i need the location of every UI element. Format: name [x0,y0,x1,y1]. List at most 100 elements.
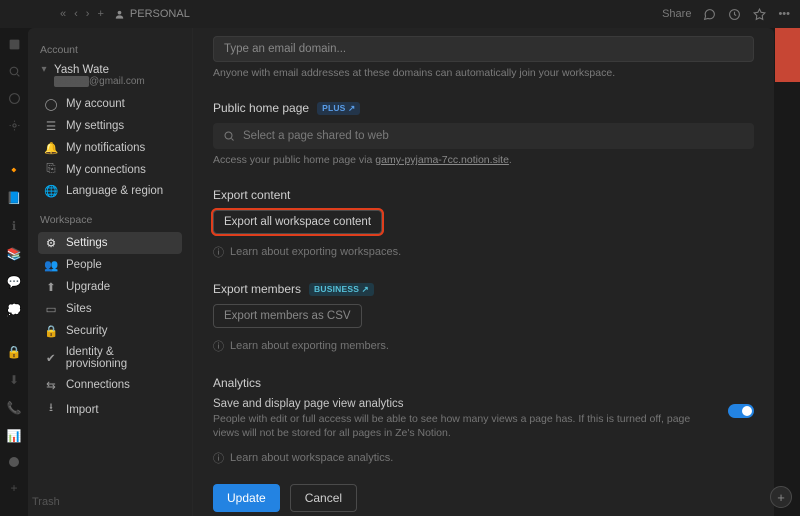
sidebar-item-label: Connections [66,379,130,391]
public-home-hint: Access your public home page via gamy-py… [213,154,754,166]
sidebar-item-label: Settings [66,237,108,249]
search-icon [223,130,235,142]
email-domain-input[interactable]: Type an email domain... [213,36,754,62]
rail-icon-1[interactable] [8,38,21,51]
sidebar-item-language-region[interactable]: 🌐Language & region [38,180,182,202]
analytics-toggle[interactable] [728,404,754,418]
rail-icon-g[interactable]: 🔒 [7,345,22,359]
sidebar-item-label: Upgrade [66,281,110,293]
sidebar-item-label: People [66,259,102,271]
rail-icon-e[interactable]: 💬 [7,275,22,289]
public-page-select[interactable]: Select a page shared to web [213,123,754,149]
breadcrumb-label: PERSONAL [130,8,190,20]
rail-avatar-icon[interactable] [9,457,19,467]
rail-gear-icon[interactable] [8,119,21,132]
rail-icon-h[interactable]: ⬇ [9,373,19,387]
sidebar-item-my-notifications[interactable]: 🔔My notifications [38,137,182,159]
new-page-icon[interactable]: + [97,8,103,20]
sidebar-item-settings[interactable]: ⚙ Settings [38,232,182,254]
sidebar-item-my-settings[interactable]: ☰ My settings [38,115,182,137]
trash-label[interactable]: Trash [32,496,60,508]
sidebar-item-label: Import [66,404,99,416]
sidebar-item-security[interactable]: 🔒Security [38,320,182,342]
sidebar-item-connections[interactable]: ⇆ Connections [38,374,182,396]
rail-icon-a[interactable]: 🔸 [7,163,22,177]
rail-icon-b[interactable]: 📘 [7,191,22,205]
browser-icon: ▭ [44,302,58,316]
rail-icon-j[interactable]: 📊 [7,429,22,443]
sidebar-item-upgrade[interactable]: ⬆ Upgrade [38,276,182,298]
comments-icon[interactable] [703,8,716,21]
plus-badge: PLUS ↗ [317,102,360,115]
sidebar-item-label: Identity & provisioning [66,346,176,370]
sidebar-item-identity[interactable]: ✔Identity & provisioning [38,342,182,374]
favorite-icon[interactable] [753,8,766,21]
bell-icon: 🔔 [44,141,58,155]
gear-icon: ⚙ [44,236,58,250]
analytics-subtitle: Save and display page view analytics [213,398,716,410]
info-icon: ⓘ [213,244,224,260]
rail-icon-f[interactable]: 💭 [7,303,22,317]
sidebar-item-import[interactable]: ⭳ Import [38,396,182,423]
sidebar-item-sites[interactable]: ▭ Sites [38,298,182,320]
learn-analytics[interactable]: ⓘ Learn about workspace analytics. [213,450,754,466]
breadcrumb[interactable]: PERSONAL [114,8,190,20]
person-icon [114,9,125,20]
info-icon: ⓘ [213,450,224,466]
learn-export-content[interactable]: ⓘ Learn about exporting workspaces. [213,244,754,260]
section-label: Public home page [213,101,309,115]
sidebar-item-people[interactable]: 👥 People [38,254,182,276]
nav-forward-icon[interactable]: › [86,8,90,20]
sidebar-item-label: Security [66,325,108,337]
email-domain-hint: Anyone with email addresses at these dom… [213,67,754,79]
export-all-content-button[interactable]: Export all workspace content [213,210,382,234]
user-block[interactable]: ▾ Yash Wate xxxxxxx@gmail.com [38,62,182,93]
people-icon: 👥 [44,258,58,272]
new-fab-button[interactable]: + [770,486,792,508]
sidebar-item-my-connections[interactable]: ⎘My connections [38,159,182,180]
business-badge: BUSINESS ↗ [309,283,374,296]
analytics-title: Analytics [213,376,754,390]
rail-clock-icon[interactable] [8,92,21,105]
sidebar-item-label: My settings [66,120,124,132]
plug-icon: ⇆ [44,378,58,392]
download-icon: ⭳ [44,400,58,419]
updates-icon[interactable] [728,8,741,21]
notion-site-link[interactable]: gamy-pyjama-7cc.notion.site [375,154,509,166]
background-accent [775,28,800,82]
rail-icon-i[interactable]: 📞 [7,401,22,415]
chevron-down-icon: ▾ [40,64,48,75]
share-button[interactable]: Share [662,8,691,20]
section-label: Export members [213,282,301,296]
rail-icon-d[interactable]: 📚 [7,247,22,261]
settings-content: Type an email domain... Anyone with emai… [193,28,774,516]
globe-icon: 🌐 [44,184,58,198]
rail-search-icon[interactable] [8,65,21,78]
export-members-csv-button[interactable]: Export members as CSV [213,304,362,328]
learn-export-members[interactable]: ⓘ Learn about exporting members. [213,338,754,354]
export-members-title: Export members BUSINESS ↗ [213,282,754,296]
update-button[interactable]: Update [213,484,280,512]
cancel-button[interactable]: Cancel [290,484,357,512]
topbar: « ‹ › + PERSONAL Share ••• [0,0,800,28]
settings-sidebar: Account ▾ Yash Wate xxxxxxx@gmail.com ◯ M… [28,28,193,516]
account-header: Account [40,44,180,56]
user-email: xxxxxxx@gmail.com [54,76,145,87]
nav-back-icon[interactable]: ‹ [74,8,78,20]
user-circle-icon: ◯ [44,97,58,111]
sidebar-item-label: My account [66,98,125,110]
placeholder-text: Select a page shared to web [243,130,389,142]
more-icon[interactable]: ••• [778,8,790,20]
sidebar-item-label: Sites [66,303,92,315]
user-name: Yash Wate [54,64,145,76]
analytics-desc: People with edit or full access will be … [213,412,716,440]
rail-icon-c[interactable]: ℹ [12,219,17,233]
sidebar-toggle-icon[interactable]: « [60,8,66,20]
left-rail: 🔸 📘 ℹ 📚 💬 💭 🔒 ⬇ 📞 📊 + [0,28,28,516]
rail-add-icon[interactable]: + [10,481,17,495]
sidebar-item-label: My connections [66,164,146,176]
info-text: Learn about workspace analytics. [230,452,393,464]
sidebar-item-my-account[interactable]: ◯ My account [38,93,182,115]
sliders-icon: ☰ [44,119,58,133]
arrow-up-circle-icon: ⬆ [44,280,58,294]
